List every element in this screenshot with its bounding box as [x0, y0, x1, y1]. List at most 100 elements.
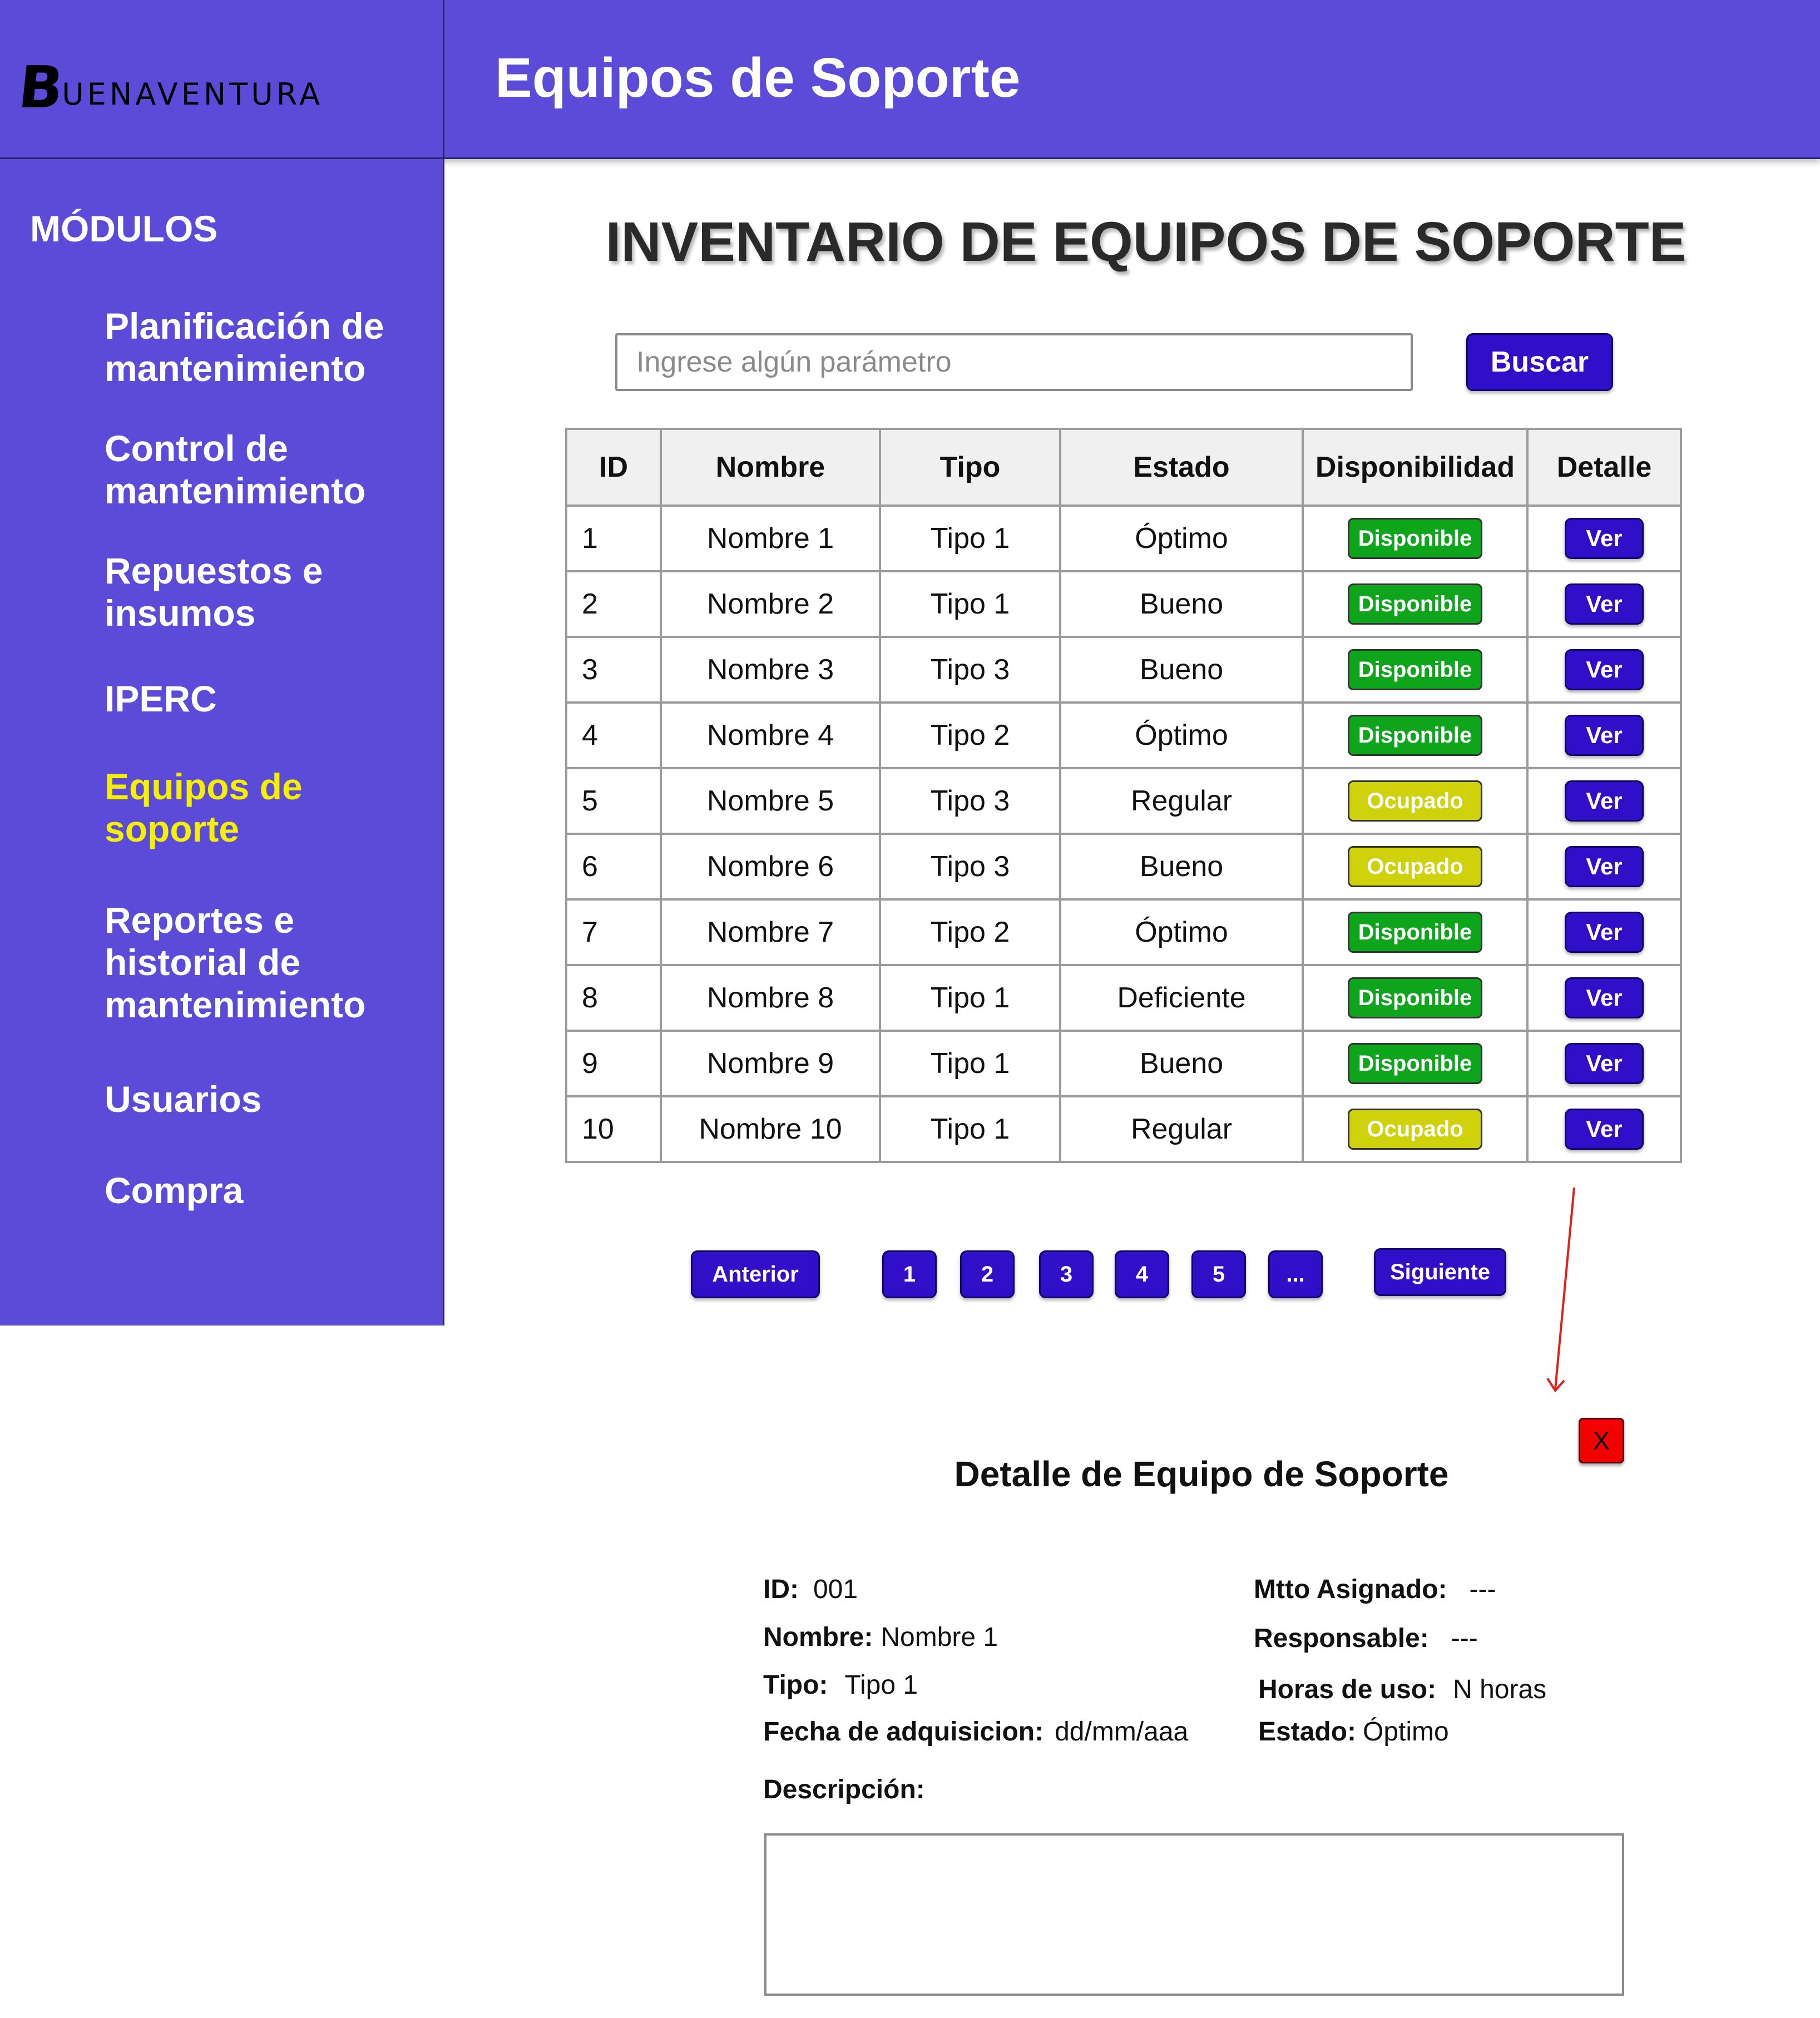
pagination-page-2[interactable]: 2	[960, 1250, 1015, 1298]
table-row: 5 Nombre 5 Tipo 3 Regular Ocupado Ver	[565, 767, 1682, 835]
view-detail-button[interactable]: Ver	[1565, 715, 1644, 756]
view-detail-button[interactable]: Ver	[1565, 846, 1644, 887]
cell-disponibilidad: Disponible	[1302, 636, 1529, 704]
cell-detalle: Ver	[1526, 504, 1682, 572]
cell-disponibilidad: Disponible	[1302, 504, 1529, 572]
detail-nombre-label: Nombre:	[763, 1623, 873, 1652]
logo-wordmark: UENAVENTURA	[62, 77, 324, 112]
cell-tipo: Tipo 3	[879, 767, 1061, 835]
view-detail-button[interactable]: Ver	[1565, 780, 1644, 822]
cell-tipo: Tipo 1	[879, 964, 1061, 1032]
sidebar-item-iperc[interactable]: IPERC	[105, 677, 438, 720]
table-row: 7 Nombre 7 Tipo 2 Óptimo Disponible Ver	[565, 898, 1682, 966]
detail-field-id: ID: 001	[763, 1573, 858, 1606]
close-detail-button[interactable]: X	[1579, 1418, 1624, 1463]
cell-id: 7	[565, 898, 662, 966]
cell-disponibilidad: Disponible	[1302, 1030, 1529, 1097]
cell-nombre: Nombre 1	[660, 504, 881, 572]
view-detail-button[interactable]: Ver	[1565, 1043, 1644, 1084]
cell-disponibilidad: Disponible	[1302, 898, 1529, 966]
pagination-ellipsis[interactable]: ...	[1268, 1250, 1323, 1298]
availability-badge: Disponible	[1348, 518, 1482, 559]
table-header-row: ID Nombre Tipo Estado Disponibilidad Det…	[565, 428, 1682, 507]
view-detail-button[interactable]: Ver	[1565, 1109, 1644, 1150]
search-input[interactable]	[615, 333, 1413, 391]
detail-nombre-value: Nombre 1	[881, 1623, 998, 1652]
cell-estado: Bueno	[1059, 636, 1304, 704]
cell-detalle: Ver	[1526, 964, 1682, 1032]
detail-description-field[interactable]	[764, 1833, 1624, 1996]
sidebar-item-usuarios[interactable]: Usuarios	[105, 1078, 438, 1120]
view-detail-button[interactable]: Ver	[1565, 977, 1644, 1018]
sidebar-item-planificacion[interactable]: Planificación de mantenimiento	[105, 305, 438, 389]
logo-initial: B	[15, 53, 65, 121]
cell-tipo: Tipo 1	[879, 1095, 1061, 1163]
cell-detalle: Ver	[1526, 898, 1682, 966]
cell-nombre: Nombre 8	[660, 964, 881, 1032]
column-header-estado: Estado	[1059, 428, 1304, 507]
sidebar-item-control[interactable]: Control de mantenimiento	[105, 427, 438, 512]
cell-detalle: Ver	[1526, 570, 1682, 638]
cell-tipo: Tipo 1	[879, 1030, 1061, 1097]
cell-estado: Óptimo	[1059, 504, 1304, 572]
detail-horas-value: N horas	[1453, 1675, 1547, 1704]
cell-disponibilidad: Ocupado	[1302, 767, 1529, 835]
cell-estado: Deficiente	[1059, 964, 1304, 1032]
cell-tipo: Tipo 1	[879, 504, 1061, 572]
detail-title: Detalle de Equipo de Soporte	[954, 1454, 1449, 1494]
table-row: 2 Nombre 2 Tipo 1 Bueno Disponible Ver	[565, 570, 1682, 638]
top-bar: B UENAVENTURA Equipos de Soporte	[0, 0, 1820, 159]
detail-mtto-label: Mtto Asignado:	[1254, 1575, 1447, 1604]
column-header-detalle: Detalle	[1526, 428, 1682, 507]
cell-tipo: Tipo 1	[879, 570, 1061, 638]
detail-description-label: Descripción:	[763, 1775, 925, 1804]
column-header-disponibilidad: Disponibilidad	[1302, 428, 1529, 507]
detail-responsable-value: ---	[1451, 1624, 1478, 1653]
cell-detalle: Ver	[1526, 1095, 1682, 1163]
availability-badge: Disponible	[1348, 1043, 1482, 1084]
sidebar-item-compra[interactable]: Compra	[105, 1169, 438, 1211]
cell-nombre: Nombre 3	[660, 636, 881, 704]
detail-fecha-value: dd/mm/aaa	[1055, 1717, 1189, 1747]
pagination-page-5[interactable]: 5	[1191, 1250, 1246, 1298]
cell-nombre: Nombre 7	[660, 898, 881, 966]
pagination-next-button[interactable]: Siguiente	[1374, 1248, 1506, 1296]
view-detail-button[interactable]: Ver	[1565, 912, 1644, 953]
detail-tipo-label: Tipo:	[763, 1670, 828, 1700]
detail-field-fecha: Fecha de adquisicion: dd/mm/aaa	[763, 1715, 1188, 1749]
view-detail-button[interactable]: Ver	[1565, 583, 1644, 625]
cell-nombre: Nombre 9	[660, 1030, 881, 1097]
availability-badge: Disponible	[1348, 912, 1482, 953]
column-header-nombre: Nombre	[660, 428, 881, 507]
pagination-prev-button[interactable]: Anterior	[691, 1250, 820, 1298]
pagination-page-4[interactable]: 4	[1115, 1250, 1169, 1298]
sidebar-item-equipos[interactable]: Equipos de soporte	[105, 765, 438, 850]
search-button[interactable]: Buscar	[1466, 333, 1613, 391]
brand-logo[interactable]: B UENAVENTURA	[15, 53, 324, 121]
cell-detalle: Ver	[1526, 833, 1682, 901]
detail-field-tipo: Tipo: Tipo 1	[763, 1669, 918, 1702]
cell-estado: Regular	[1059, 767, 1304, 835]
detail-mtto-value: ---	[1469, 1575, 1496, 1604]
availability-badge: Disponible	[1348, 649, 1482, 690]
availability-badge: Disponible	[1348, 583, 1482, 625]
cell-nombre: Nombre 6	[660, 833, 881, 901]
cell-estado: Óptimo	[1059, 701, 1304, 769]
view-detail-button[interactable]: Ver	[1565, 649, 1644, 690]
detail-estado-label: Estado:	[1258, 1717, 1357, 1747]
pagination-page-3[interactable]: 3	[1039, 1250, 1094, 1298]
sidebar-item-reportes[interactable]: Reportes e historial de mantenimiento	[105, 899, 438, 1026]
view-detail-button[interactable]: Ver	[1565, 518, 1644, 559]
detail-field-responsable: Responsable: ---	[1254, 1622, 1478, 1655]
pagination-page-1[interactable]: 1	[882, 1250, 937, 1298]
sidebar-item-repuestos[interactable]: Repuestos e insumos	[105, 550, 438, 634]
cell-id: 9	[565, 1030, 662, 1097]
cell-disponibilidad: Ocupado	[1302, 833, 1529, 901]
table-row: 8 Nombre 8 Tipo 1 Deficiente Disponible Ver	[565, 964, 1682, 1032]
cell-disponibilidad: Disponible	[1302, 964, 1529, 1032]
detail-responsable-label: Responsable:	[1254, 1624, 1429, 1653]
cell-detalle: Ver	[1526, 701, 1682, 769]
availability-badge: Ocupado	[1348, 846, 1482, 887]
detail-field-horas: Horas de uso: N horas	[1258, 1673, 1546, 1707]
cell-estado: Bueno	[1059, 833, 1304, 901]
